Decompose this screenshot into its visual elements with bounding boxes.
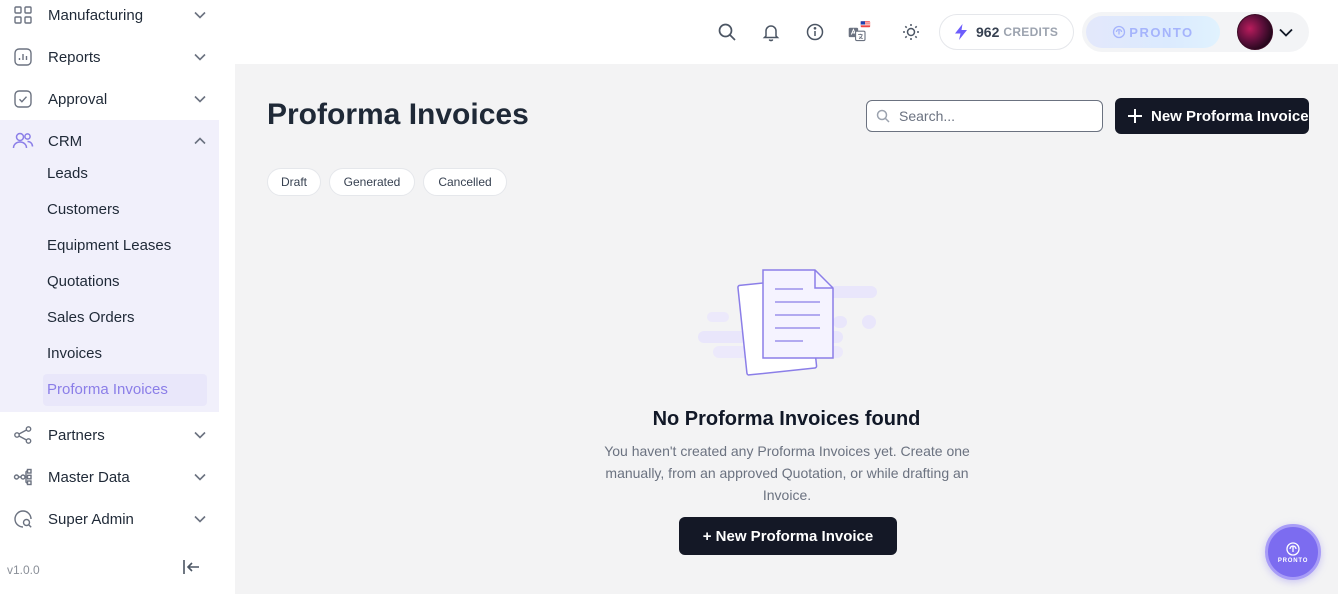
search-box[interactable] xyxy=(866,100,1103,132)
sidebar-item-label: Partners xyxy=(48,426,105,444)
sidebar-sub-customers[interactable]: Customers xyxy=(47,199,120,221)
chevron-down-icon xyxy=(193,428,207,442)
brand-logo: PRONTO xyxy=(1086,16,1220,48)
check-square-icon xyxy=(12,88,34,110)
chevron-down-icon xyxy=(193,8,207,22)
sidebar-item-reports[interactable]: Reports xyxy=(0,36,219,78)
admin-search-icon xyxy=(12,508,34,530)
sidebar-item-label: Master Data xyxy=(48,468,130,486)
share-icon xyxy=(12,424,34,446)
page-title: Proforma Invoices xyxy=(267,98,529,131)
sidebar-item-label: Approval xyxy=(48,90,108,108)
sidebar-item-label: Reports xyxy=(48,48,101,66)
grid-icon xyxy=(12,4,34,26)
sidebar-item-crm[interactable]: CRM xyxy=(0,120,219,162)
chevron-down-icon xyxy=(193,92,207,106)
sidebar-sub-leads[interactable]: Leads xyxy=(47,163,88,185)
filter-chip-draft[interactable]: Draft xyxy=(267,168,321,196)
avatar[interactable] xyxy=(1237,14,1273,50)
fab-label: PRONTO xyxy=(1277,557,1309,564)
sidebar-sub-equipment-leases[interactable]: Equipment Leases xyxy=(47,235,171,257)
chevron-down-icon xyxy=(1278,24,1294,40)
button-label: New Proforma Invoice xyxy=(1151,107,1309,125)
sidebar-item-manufacturing[interactable]: Manufacturing xyxy=(0,0,219,36)
sidebar: Manufacturing Reports Approval CRM Leads… xyxy=(0,0,235,594)
crm-section xyxy=(0,120,219,412)
sidebar-item-master-data[interactable]: Master Data xyxy=(0,456,219,498)
chevron-down-icon xyxy=(193,50,207,64)
chevron-up-icon xyxy=(193,134,207,148)
report-icon xyxy=(12,46,34,68)
bell-icon[interactable] xyxy=(759,20,783,44)
filter-chip-generated[interactable]: Generated xyxy=(329,168,415,196)
search-input[interactable] xyxy=(899,108,1089,124)
users-icon xyxy=(12,130,34,152)
collapse-sidebar-button[interactable] xyxy=(180,559,202,579)
filter-chip-cancelled[interactable]: Cancelled xyxy=(423,168,507,196)
sidebar-sub-proforma-invoices[interactable]: Proforma Invoices xyxy=(47,379,168,401)
info-icon[interactable] xyxy=(803,20,827,44)
profile-menu[interactable]: PRONTO xyxy=(1082,12,1309,52)
translate-icon[interactable] xyxy=(847,20,871,44)
search-icon xyxy=(876,109,890,123)
new-proforma-invoice-button[interactable]: New Proforma Invoice xyxy=(1115,98,1309,134)
empty-state-description: You haven't created any Proforma Invoice… xyxy=(604,443,970,503)
collapse-left-icon xyxy=(182,559,200,580)
empty-new-proforma-invoice-button[interactable]: + New Proforma Invoice xyxy=(679,517,897,555)
credits-badge[interactable]: 962 CREDITS xyxy=(939,14,1074,50)
app-version: v1.0.0 xyxy=(7,563,40,577)
credits-label: CREDITS xyxy=(1003,25,1059,39)
pronto-assistant-button[interactable]: PRONTO xyxy=(1265,524,1321,580)
chevron-down-icon xyxy=(193,512,207,526)
sidebar-item-approval[interactable]: Approval xyxy=(0,78,219,120)
lightning-icon xyxy=(952,23,970,41)
sidebar-sub-quotations[interactable]: Quotations xyxy=(47,271,120,293)
search-icon[interactable] xyxy=(715,20,739,44)
sidebar-item-partners[interactable]: Partners xyxy=(0,414,219,456)
plus-icon xyxy=(1127,108,1143,124)
chevron-down-icon xyxy=(193,470,207,484)
empty-state-title: No Proforma Invoices found xyxy=(652,408,921,430)
pronto-logo-icon xyxy=(1285,541,1301,557)
sidebar-sub-sales-orders[interactable]: Sales Orders xyxy=(47,307,135,329)
credits-value: 962 xyxy=(976,24,1000,40)
sidebar-item-label: Super Admin xyxy=(48,510,134,528)
sun-icon[interactable] xyxy=(899,20,923,44)
sidebar-item-label: CRM xyxy=(48,132,83,150)
sidebar-item-super-admin[interactable]: Super Admin xyxy=(0,498,219,540)
sidebar-item-label: Manufacturing xyxy=(48,6,144,24)
main-content: Proforma Invoices New Proforma Invoice D… xyxy=(235,64,1338,594)
top-bar: 962 CREDITS PRONTO xyxy=(235,0,1338,64)
pronto-logo-icon xyxy=(1112,25,1126,39)
empty-state-illustration xyxy=(695,264,880,384)
sidebar-sub-invoices[interactable]: Invoices xyxy=(47,343,102,365)
hierarchy-icon xyxy=(12,466,34,488)
brand-name: PRONTO xyxy=(1129,24,1194,40)
